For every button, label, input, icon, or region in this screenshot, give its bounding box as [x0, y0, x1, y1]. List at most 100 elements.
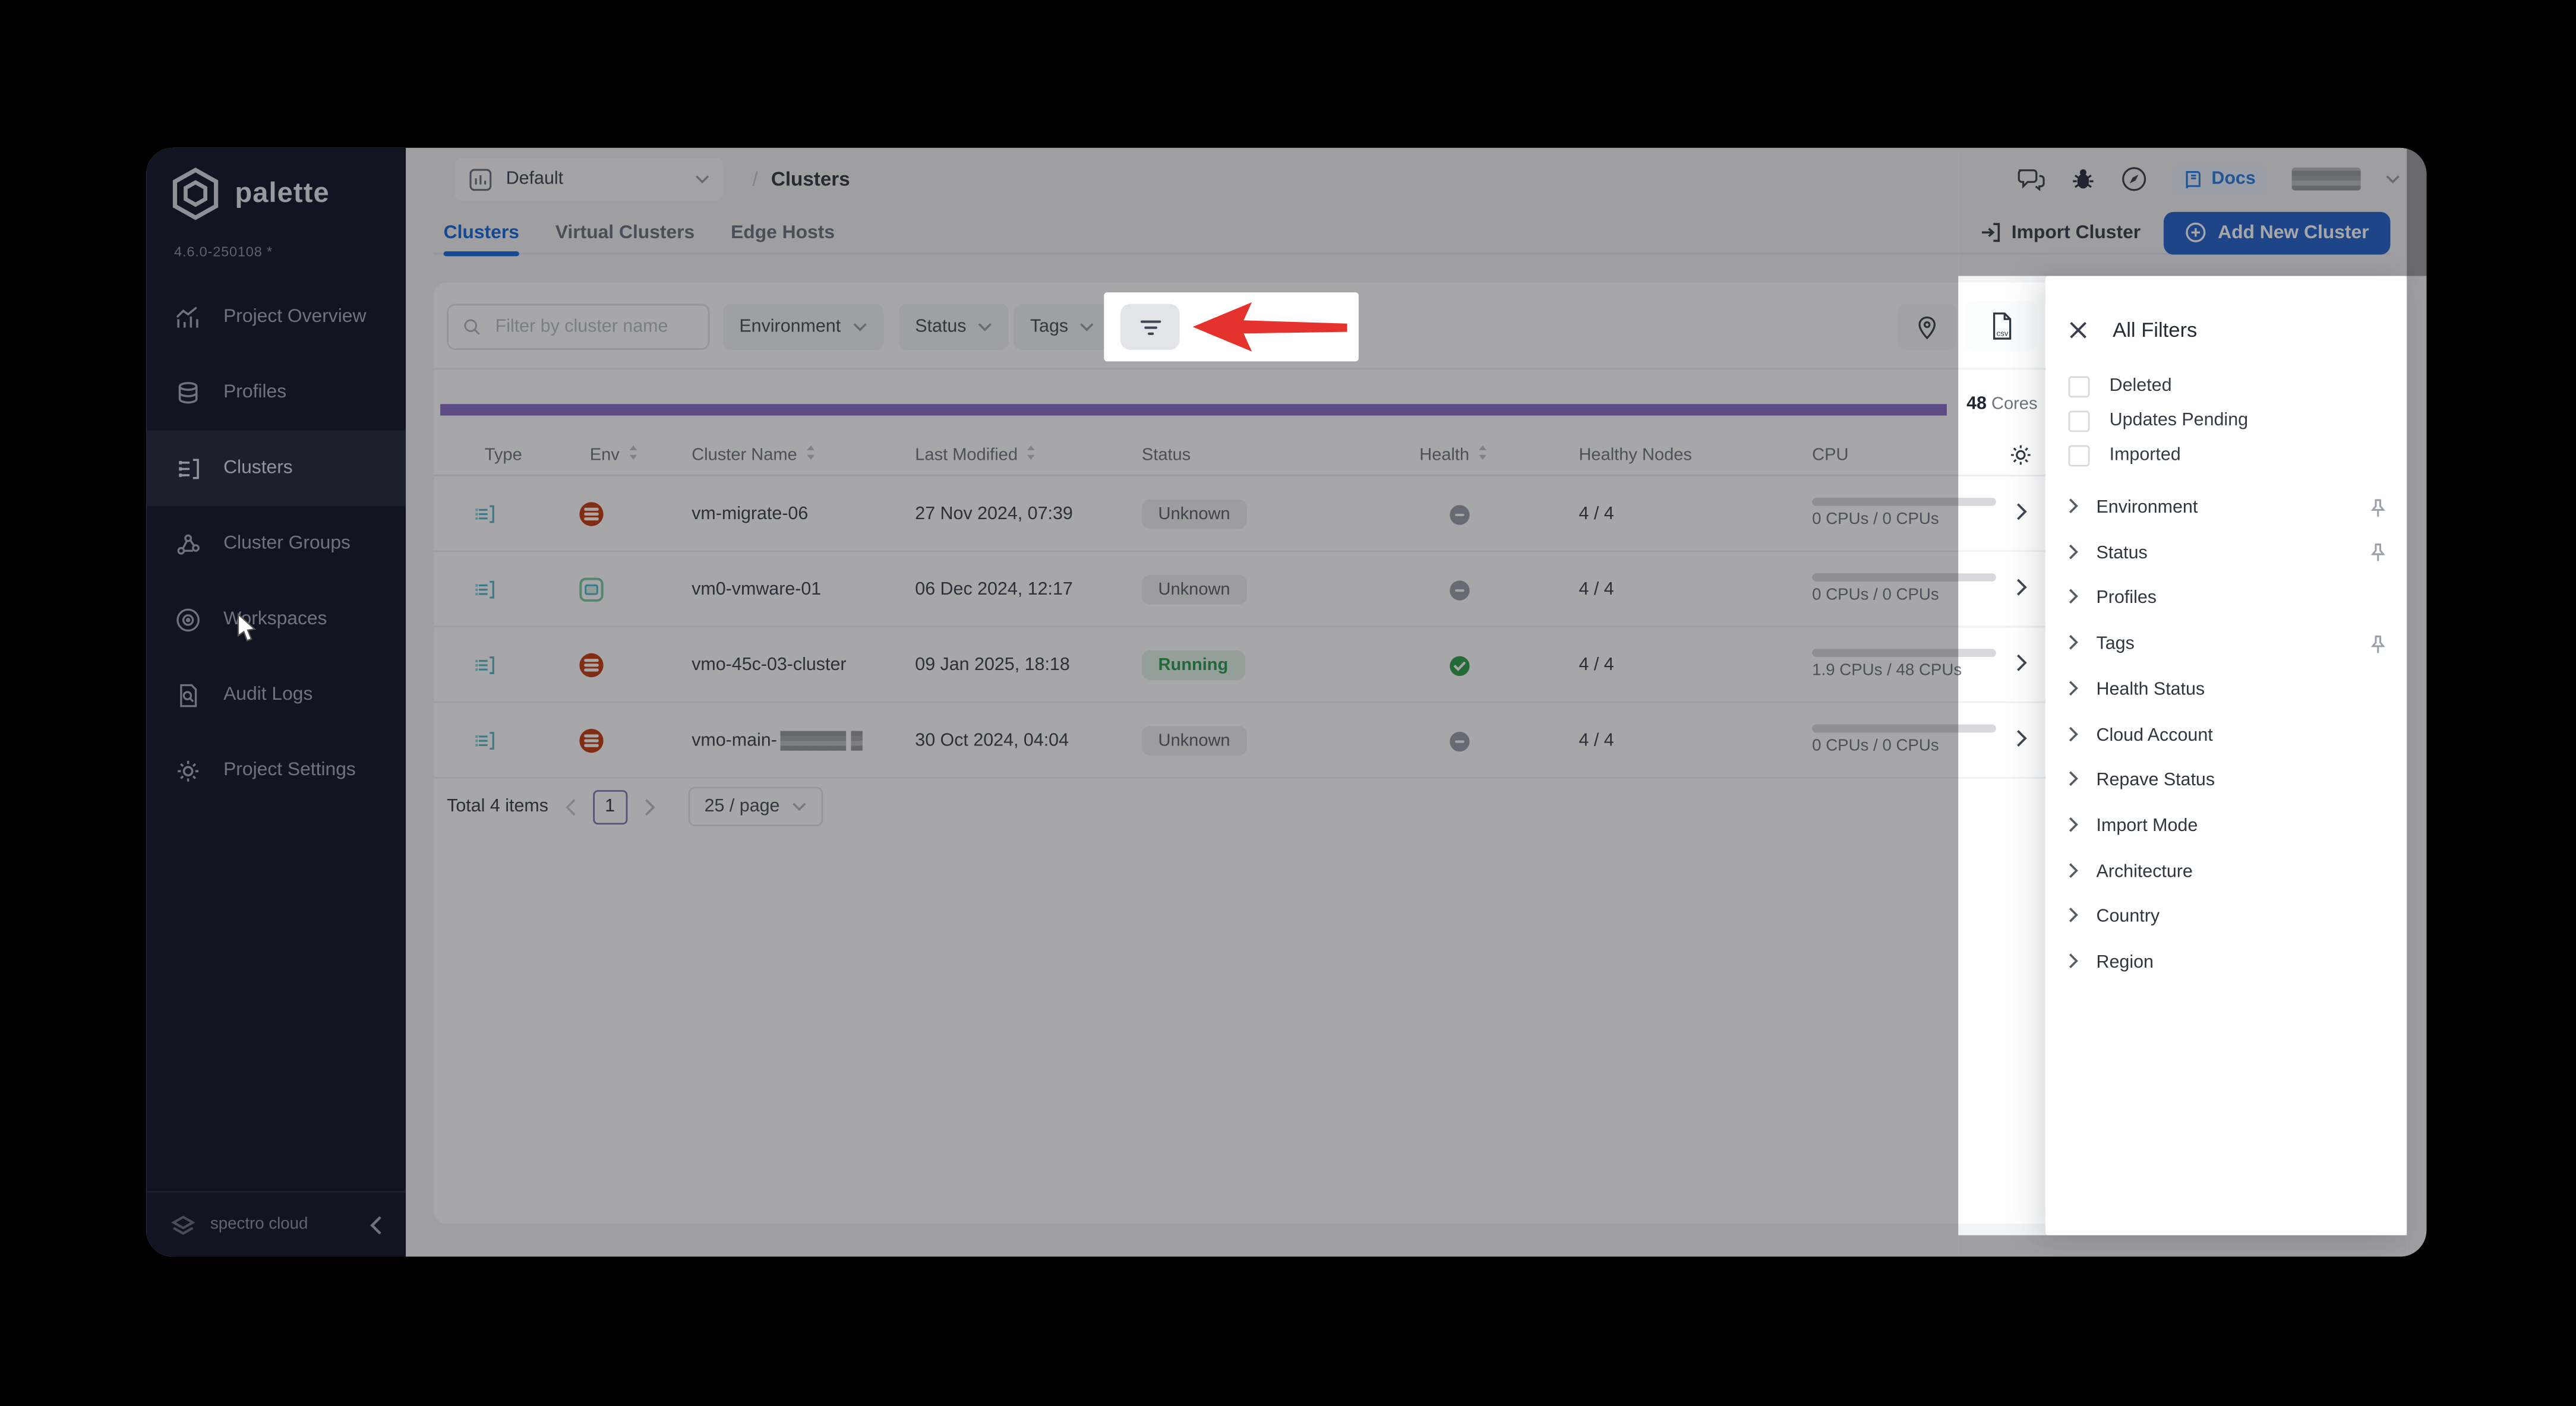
filter-section-region[interactable]: Region — [2069, 946, 2387, 979]
page-size-select[interactable]: 25 / page — [687, 786, 823, 826]
csv-file-icon: csv — [1992, 312, 2010, 340]
project-selector-value: Default — [506, 169, 564, 189]
chevron-right-icon — [2069, 675, 2079, 704]
expand-row-button[interactable] — [1999, 627, 2042, 703]
feedback-button[interactable] — [2016, 166, 2045, 192]
more-filters-button[interactable] — [1120, 304, 1180, 350]
last-modified-cell: 30 Oct 2024, 04:04 — [915, 731, 1069, 751]
sidebar-item-project-overview[interactable]: Project Overview — [146, 279, 406, 355]
cluster-name-cell[interactable]: vmo-main- — [692, 703, 863, 779]
prev-page-button[interactable] — [565, 798, 576, 816]
filter-section-tags[interactable]: Tags — [2069, 628, 2387, 661]
filter-dropdown-status[interactable]: Status — [898, 304, 1009, 350]
sort-icon[interactable] — [628, 444, 639, 467]
chevron-right-icon — [2069, 629, 2079, 659]
column-header-cluster-name[interactable]: Cluster Name — [692, 434, 817, 476]
sidebar-item-label: Project Overview — [223, 307, 367, 327]
expand-row-button[interactable] — [1999, 703, 2042, 779]
tab-virtual-clusters[interactable]: Virtual Clusters — [555, 210, 694, 255]
column-label: Healthy Nodes — [1579, 445, 1692, 465]
filter-section-environment[interactable]: Environment — [2069, 491, 2387, 524]
app-logo-text: palette — [235, 177, 330, 209]
filter-section-cloud-account[interactable]: Cloud Account — [2069, 719, 2387, 751]
filter-section-profiles[interactable]: Profiles — [2069, 582, 2387, 615]
cluster-name-cell[interactable]: vm0-vmware-01 — [692, 552, 821, 627]
chat-bubbles-icon — [2018, 169, 2045, 191]
add-new-cluster-button[interactable]: Add New Cluster — [2163, 211, 2391, 254]
app-window: palette 4.6.0-250108 * Project Overview P… — [146, 147, 2427, 1257]
layers-icon — [174, 378, 202, 406]
sidebar-item-profiles[interactable]: Profiles — [146, 355, 406, 430]
pin-icon[interactable] — [2369, 497, 2387, 519]
project-selector[interactable]: Default — [454, 157, 723, 201]
redacted-name-block — [780, 731, 846, 751]
sidebar-item-audit-logs[interactable]: Audit Logs — [146, 657, 406, 732]
clusters-icon — [174, 454, 202, 482]
cluster-name-cell[interactable]: vmo-45c-03-cluster — [692, 627, 846, 703]
filter-section-status[interactable]: Status — [2069, 536, 2387, 569]
filter-checkbox-deleted[interactable]: Deleted — [2068, 373, 2172, 399]
expand-row-button[interactable] — [1999, 476, 2042, 552]
tab-clusters[interactable]: Clusters — [443, 210, 520, 257]
pin-icon[interactable] — [2369, 542, 2387, 564]
palette-hexagon-icon — [172, 168, 219, 220]
checkbox[interactable] — [2068, 409, 2090, 431]
sort-icon[interactable] — [806, 444, 817, 467]
import-cluster-button[interactable]: Import Cluster — [1980, 222, 2141, 243]
column-header-health[interactable]: Health — [1419, 434, 1489, 476]
chevron-down-icon — [978, 317, 993, 337]
sort-icon[interactable] — [1026, 444, 1037, 467]
filter-dropdown-label: Status — [915, 317, 967, 337]
user-menu-chevron-icon[interactable] — [2385, 174, 2400, 184]
sidebar-item-label: Project Settings — [223, 760, 356, 781]
chevron-right-icon — [2069, 811, 2079, 841]
cluster-name-cell[interactable]: vm-migrate-06 — [692, 476, 808, 552]
sidebar-item-workspaces[interactable]: Workspaces — [146, 582, 406, 657]
filter-checkbox-imported[interactable]: Imported — [2068, 442, 2181, 468]
next-page-button[interactable] — [643, 798, 655, 816]
column-settings-button[interactable] — [1999, 438, 2042, 471]
column-header-last-modified[interactable]: Last Modified — [915, 434, 1037, 476]
filter-dropdown-environment[interactable]: Environment — [722, 304, 884, 350]
sidebar-item-clusters[interactable]: Clusters — [146, 430, 406, 506]
chevron-right-icon — [2069, 721, 2079, 750]
checkbox[interactable] — [2068, 375, 2090, 397]
column-header-env[interactable]: Env — [590, 434, 639, 476]
report-bug-button[interactable] — [2070, 166, 2097, 192]
tabs: Clusters Virtual Clusters Edge Hosts — [443, 210, 835, 257]
top-bar: Default / Clusters Docs — [406, 148, 2426, 210]
filter-section-architecture[interactable]: Architecture — [2069, 855, 2387, 888]
filter-section-import-mode[interactable]: Import Mode — [2069, 810, 2387, 842]
tab-edge-hosts[interactable]: Edge Hosts — [731, 210, 835, 255]
filter-dropdown-tags[interactable]: Tags — [1014, 304, 1112, 350]
search-icon — [464, 319, 480, 335]
sort-icon[interactable] — [1478, 444, 1489, 467]
filter-section-health-status[interactable]: Health Status — [2069, 673, 2387, 706]
filter-section-country[interactable]: Country — [2069, 901, 2387, 933]
cluster-search — [447, 304, 710, 350]
page-size-value: 25 / page — [704, 797, 780, 817]
mouse-cursor-icon — [237, 612, 257, 642]
expand-row-button[interactable] — [1999, 552, 2042, 627]
sidebar-item-project-settings[interactable]: Project Settings — [146, 732, 406, 808]
filter-checkbox-updates-pending[interactable]: Updates Pending — [2068, 407, 2248, 434]
search-input[interactable] — [492, 315, 693, 339]
column-label: Status — [1141, 445, 1191, 465]
column-label: Type — [484, 445, 522, 465]
docs-button[interactable]: Docs — [2171, 164, 2268, 194]
export-csv-button[interactable]: csv — [1965, 301, 2037, 352]
last-modified-cell: 06 Dec 2024, 12:17 — [915, 580, 1073, 600]
close-icon[interactable] — [2069, 320, 2088, 340]
map-view-button[interactable] — [1897, 304, 1957, 350]
page-number-button[interactable]: 1 — [592, 789, 627, 824]
explore-button[interactable] — [2121, 166, 2147, 192]
collapse-sidebar-button[interactable] — [370, 1215, 383, 1234]
pin-icon[interactable] — [2369, 633, 2387, 655]
user-name-redacted — [2291, 168, 2361, 191]
filter-section-repave-status[interactable]: Repave Status — [2069, 764, 2387, 797]
checkbox[interactable] — [2068, 444, 2090, 466]
filter-section-label: Country — [2096, 907, 2160, 927]
status-cell: Unknown — [1141, 703, 1247, 779]
filter-section-label: Tags — [2096, 634, 2135, 654]
sidebar-item-cluster-groups[interactable]: Cluster Groups — [146, 506, 406, 582]
